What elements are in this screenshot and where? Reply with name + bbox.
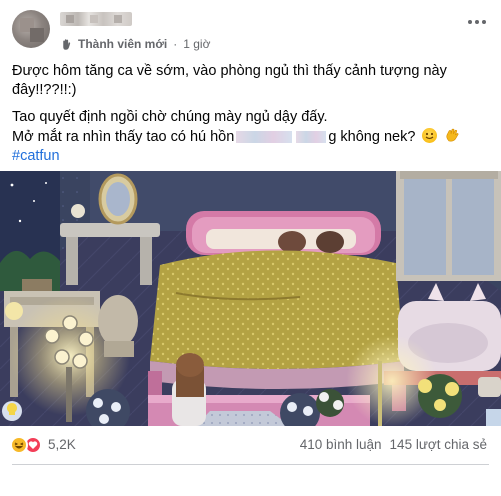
hashtag-link[interactable]: #catfun <box>12 148 60 164</box>
author-role[interactable]: Thành viên mới <box>78 37 167 51</box>
meta-separator: · <box>173 37 178 51</box>
post-header: Thành viên mới · 1 giờ <box>0 0 501 58</box>
author-avatar[interactable] <box>12 10 50 48</box>
reactions-bar: 5,2K 410 bình luận 145 lượt chia sẻ <box>0 426 501 462</box>
reaction-count[interactable]: 5,2K <box>48 437 76 452</box>
post-line-2: Tao quyết định ngồi chờ chúng mày ngủ dậ… <box>12 109 328 125</box>
post-image[interactable] <box>0 171 501 426</box>
post-line-3: Mở mắt ra nhìn thấy tao có hú hồn g không… <box>12 127 492 147</box>
post-meta: Thành viên mới · 1 giờ <box>60 36 210 52</box>
post-line-3-end: g không nek? <box>328 129 416 145</box>
redacted-text <box>236 131 293 144</box>
comment-count[interactable]: 410 bình luận <box>300 437 382 452</box>
post-time[interactable]: 1 giờ <box>183 37 210 51</box>
post-stats: 410 bình luận 145 lượt chia sẻ <box>300 437 487 452</box>
smile-emoji-icon <box>422 128 438 143</box>
post-line-1: Được hôm tăng ca về sớm, vào phòng ngủ t… <box>12 63 447 98</box>
post-line-3-start: Mở mắt ra nhìn thấy tao có hú hồn <box>12 129 235 145</box>
share-count[interactable]: 145 lượt chia sẻ <box>390 437 487 452</box>
redacted-text <box>296 131 327 144</box>
more-options-icon[interactable] <box>465 12 489 32</box>
author-name-redacted[interactable] <box>60 12 132 26</box>
post-text: Được hôm tăng ca về sớm, vào phòng ngủ t… <box>12 62 492 166</box>
group-member-icon <box>63 38 71 50</box>
wave-emoji-icon <box>444 127 460 142</box>
haha-reaction-icon[interactable] <box>10 436 28 454</box>
divider <box>12 464 489 465</box>
